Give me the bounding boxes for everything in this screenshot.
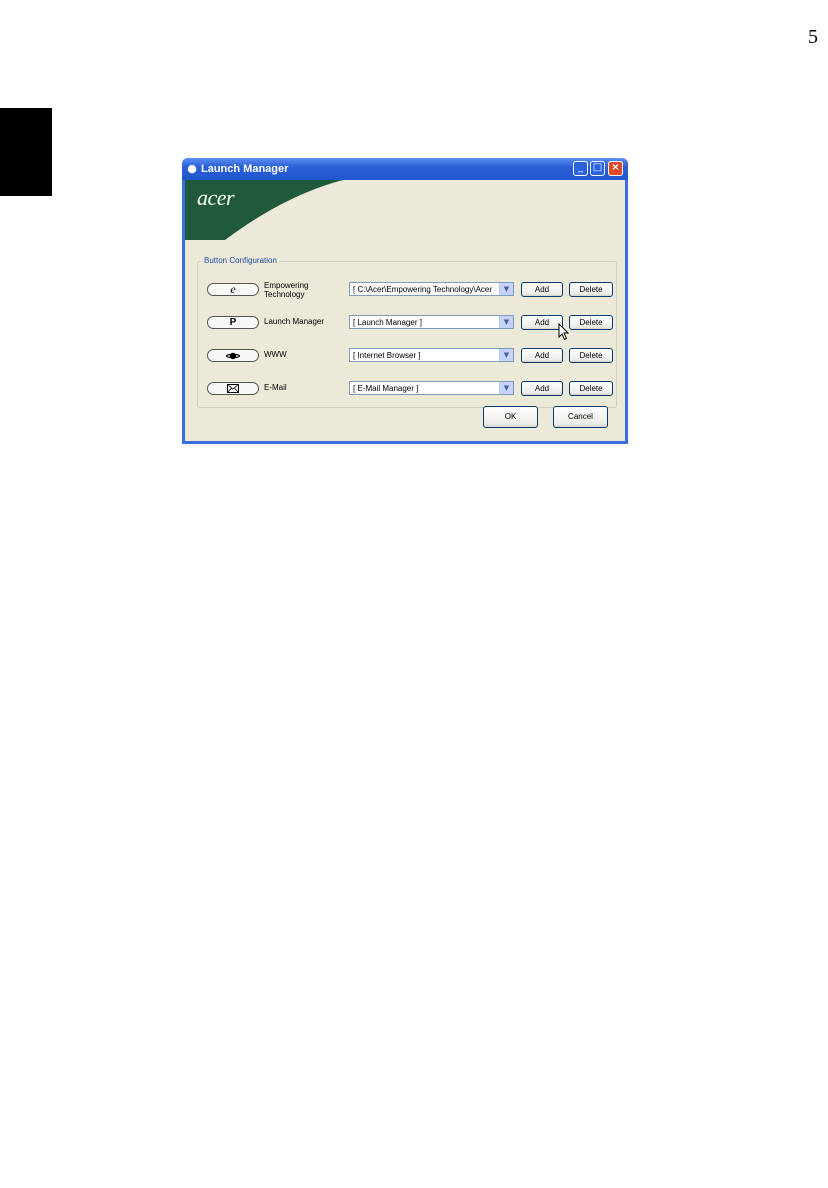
- www-key-button[interactable]: [207, 349, 259, 362]
- app-icon: ●: [187, 162, 197, 175]
- launch-manager-window: ● Launch Manager _ □ × acer Button Confi…: [182, 158, 628, 444]
- combo-value: [ Launch Manager ]: [353, 318, 422, 327]
- title-bar[interactable]: ● Launch Manager _ □ ×: [182, 158, 628, 180]
- envelope-icon: [227, 384, 239, 393]
- acer-logo: acer: [197, 185, 235, 210]
- empowering-app-select[interactable]: [ C:\Acer\Empowering Technology\Acer ▼: [349, 282, 514, 296]
- delete-button[interactable]: Delete: [569, 315, 613, 330]
- combo-value: [ C:\Acer\Empowering Technology\Acer: [353, 285, 493, 294]
- mouse-cursor-icon: [558, 323, 570, 341]
- maximize-button[interactable]: □: [590, 161, 605, 176]
- window-client-area: acer Button Configuration e Empowering T…: [185, 180, 625, 441]
- minimize-button[interactable]: _: [573, 161, 588, 176]
- button-configuration-label: Button Configuration: [202, 256, 279, 265]
- cancel-button[interactable]: Cancel: [553, 406, 608, 428]
- config-row-email: E-Mail [ E-Mail Manager ] ▼ Add Delete: [185, 380, 625, 400]
- combo-value: [ E-Mail Manager ]: [353, 384, 419, 393]
- chevron-down-icon[interactable]: ▼: [499, 316, 513, 328]
- acer-banner: [185, 180, 343, 240]
- combo-value: [ Internet Browser ]: [353, 351, 421, 360]
- empowering-key-label: Empowering Technology: [264, 281, 334, 299]
- chevron-down-icon[interactable]: ▼: [499, 283, 513, 295]
- key-label-line2: Technology: [264, 290, 305, 299]
- www-key-label: WWW: [264, 350, 287, 359]
- config-row-www: WWW [ Internet Browser ] ▼ Add Delete: [185, 347, 625, 367]
- chapter-side-tab: [0, 108, 52, 196]
- window-title: Launch Manager: [201, 163, 289, 175]
- delete-button[interactable]: Delete: [569, 348, 613, 363]
- ok-button[interactable]: OK: [483, 406, 538, 428]
- email-app-select[interactable]: [ E-Mail Manager ] ▼: [349, 381, 514, 395]
- delete-button[interactable]: Delete: [569, 282, 613, 297]
- close-button[interactable]: ×: [608, 161, 623, 176]
- planet-icon: [226, 352, 240, 360]
- launch-manager-key-label: Launch Manager: [264, 317, 325, 326]
- chevron-down-icon[interactable]: ▼: [499, 382, 513, 394]
- add-button[interactable]: Add: [521, 282, 563, 297]
- empowering-key-button[interactable]: e: [207, 283, 259, 296]
- chevron-down-icon[interactable]: ▼: [499, 349, 513, 361]
- launch-manager-key-button[interactable]: P: [207, 316, 259, 329]
- add-button[interactable]: Add: [521, 381, 563, 396]
- page-number: 5: [808, 26, 818, 48]
- config-row-empowering: e Empowering Technology [ C:\Acer\Empowe…: [185, 281, 625, 301]
- email-key-label: E-Mail: [264, 383, 287, 392]
- launch-manager-app-select[interactable]: [ Launch Manager ] ▼: [349, 315, 514, 329]
- add-button[interactable]: Add: [521, 315, 563, 330]
- add-button[interactable]: Add: [521, 348, 563, 363]
- key-label-line1: Empowering: [264, 281, 309, 290]
- email-key-button[interactable]: [207, 382, 259, 395]
- www-app-select[interactable]: [ Internet Browser ] ▼: [349, 348, 514, 362]
- delete-button[interactable]: Delete: [569, 381, 613, 396]
